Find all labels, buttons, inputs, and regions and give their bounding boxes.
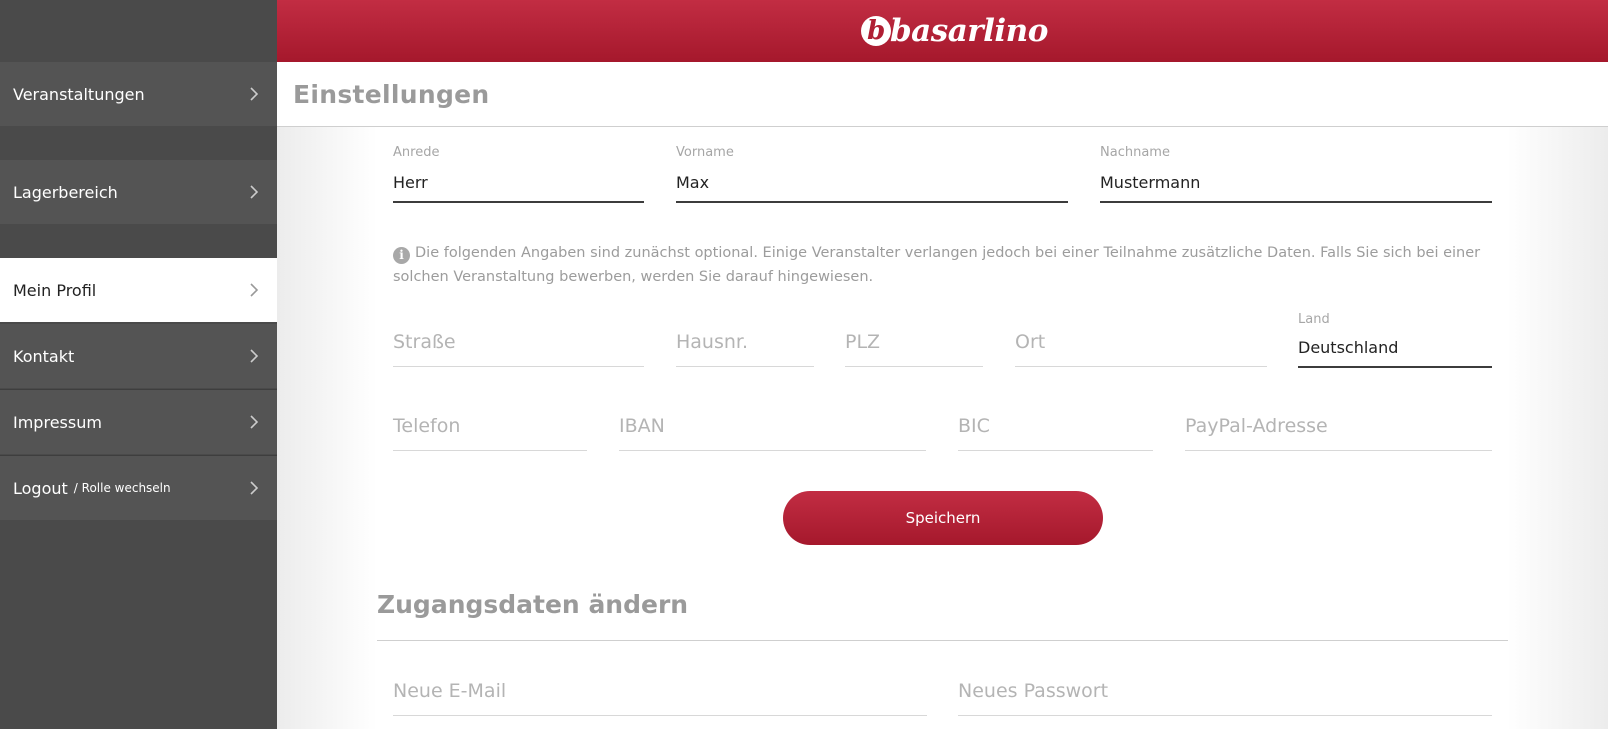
iban-field: IBAN <box>619 415 926 451</box>
sidebar-item-label: Impressum <box>13 412 102 432</box>
hausnr-field: Hausnr. <box>676 331 814 367</box>
sidebar-item-veranstaltungen[interactable]: Veranstaltungen <box>0 62 277 126</box>
nachname-field: Nachname Mustermann <box>1100 145 1492 203</box>
password-field: Neues Passwort <box>958 680 1492 716</box>
land-field: Land Deutschland <box>1298 312 1492 368</box>
chevron-right-icon <box>247 283 261 297</box>
anrede-label: Anrede <box>393 145 440 160</box>
sidebar-item-label: Lagerbereich <box>13 182 118 202</box>
sidebar: Veranstaltungen Lagerbereich Mein Profil… <box>0 0 277 729</box>
land-select[interactable]: Deutschland <box>1298 338 1492 368</box>
new-email-input[interactable]: Neue E-Mail <box>393 680 927 716</box>
bic-input[interactable]: BIC <box>958 415 1153 451</box>
info-icon: i <box>393 247 410 264</box>
chevron-right-icon <box>247 415 261 429</box>
paypal-input[interactable]: PayPal-Adresse <box>1185 415 1492 451</box>
anrede-select[interactable]: Herr <box>393 173 644 203</box>
section-divider <box>377 640 1508 641</box>
save-button[interactable]: Speichern <box>783 491 1103 545</box>
anrede-field: Anrede Herr <box>393 145 644 203</box>
sidebar-item-lagerbereich[interactable]: Lagerbereich <box>0 160 277 224</box>
sidebar-item-label: Kontakt <box>13 346 75 366</box>
ort-input[interactable]: Ort <box>1015 331 1267 367</box>
sidebar-item-sublabel: / Rolle wechseln <box>73 481 171 495</box>
sidebar-item-logout[interactable]: Logout / Rolle wechseln <box>0 456 277 520</box>
vorname-field: Vorname Max <box>676 145 1068 203</box>
iban-input[interactable]: IBAN <box>619 415 926 451</box>
telefon-input[interactable]: Telefon <box>393 415 587 451</box>
sidebar-item-mein-profil[interactable]: Mein Profil <box>0 258 277 322</box>
new-password-input[interactable]: Neues Passwort <box>958 680 1492 716</box>
hausnr-input[interactable]: Hausnr. <box>676 331 814 367</box>
logo[interactable]: b basarlino <box>861 8 1048 54</box>
page-title: Einstellungen <box>293 80 490 109</box>
land-label: Land <box>1298 312 1330 327</box>
sidebar-item-label: Veranstaltungen <box>13 84 145 104</box>
paypal-field: PayPal-Adresse <box>1185 415 1492 451</box>
sidebar-item-label: Mein Profil <box>13 280 97 300</box>
strasse-field: Straße <box>393 331 644 367</box>
telefon-field: Telefon <box>393 415 587 451</box>
nachname-input[interactable]: Mustermann <box>1100 173 1492 203</box>
bic-field: BIC <box>958 415 1153 451</box>
email-field: Neue E-Mail <box>393 680 927 716</box>
nachname-label: Nachname <box>1100 145 1170 160</box>
chevron-right-icon <box>247 87 261 101</box>
strasse-input[interactable]: Straße <box>393 331 644 367</box>
chevron-right-icon <box>247 481 261 495</box>
sidebar-item-kontakt[interactable]: Kontakt <box>0 324 277 388</box>
sidebar-item-label: Logout <box>13 478 68 498</box>
chevron-right-icon <box>247 349 261 363</box>
chevron-right-icon <box>247 185 261 199</box>
vorname-label: Vorname <box>676 145 734 160</box>
plz-input[interactable]: PLZ <box>845 331 983 367</box>
vorname-input[interactable]: Max <box>676 173 1068 203</box>
info-text: Die folgenden Angaben sind zunächst opti… <box>393 245 1481 285</box>
logo-mark-icon: b <box>861 16 891 46</box>
title-bar: Einstellungen <box>277 62 1608 127</box>
ort-field: Ort <box>1015 331 1267 367</box>
sidebar-item-impressum[interactable]: Impressum <box>0 390 277 454</box>
logo-text: basarlino <box>890 13 1048 49</box>
plz-field: PLZ <box>845 331 983 367</box>
info-note: i Die folgenden Angaben sind zunächst opt… <box>393 241 1493 289</box>
section-title-access: Zugangsdaten ändern <box>377 590 689 619</box>
